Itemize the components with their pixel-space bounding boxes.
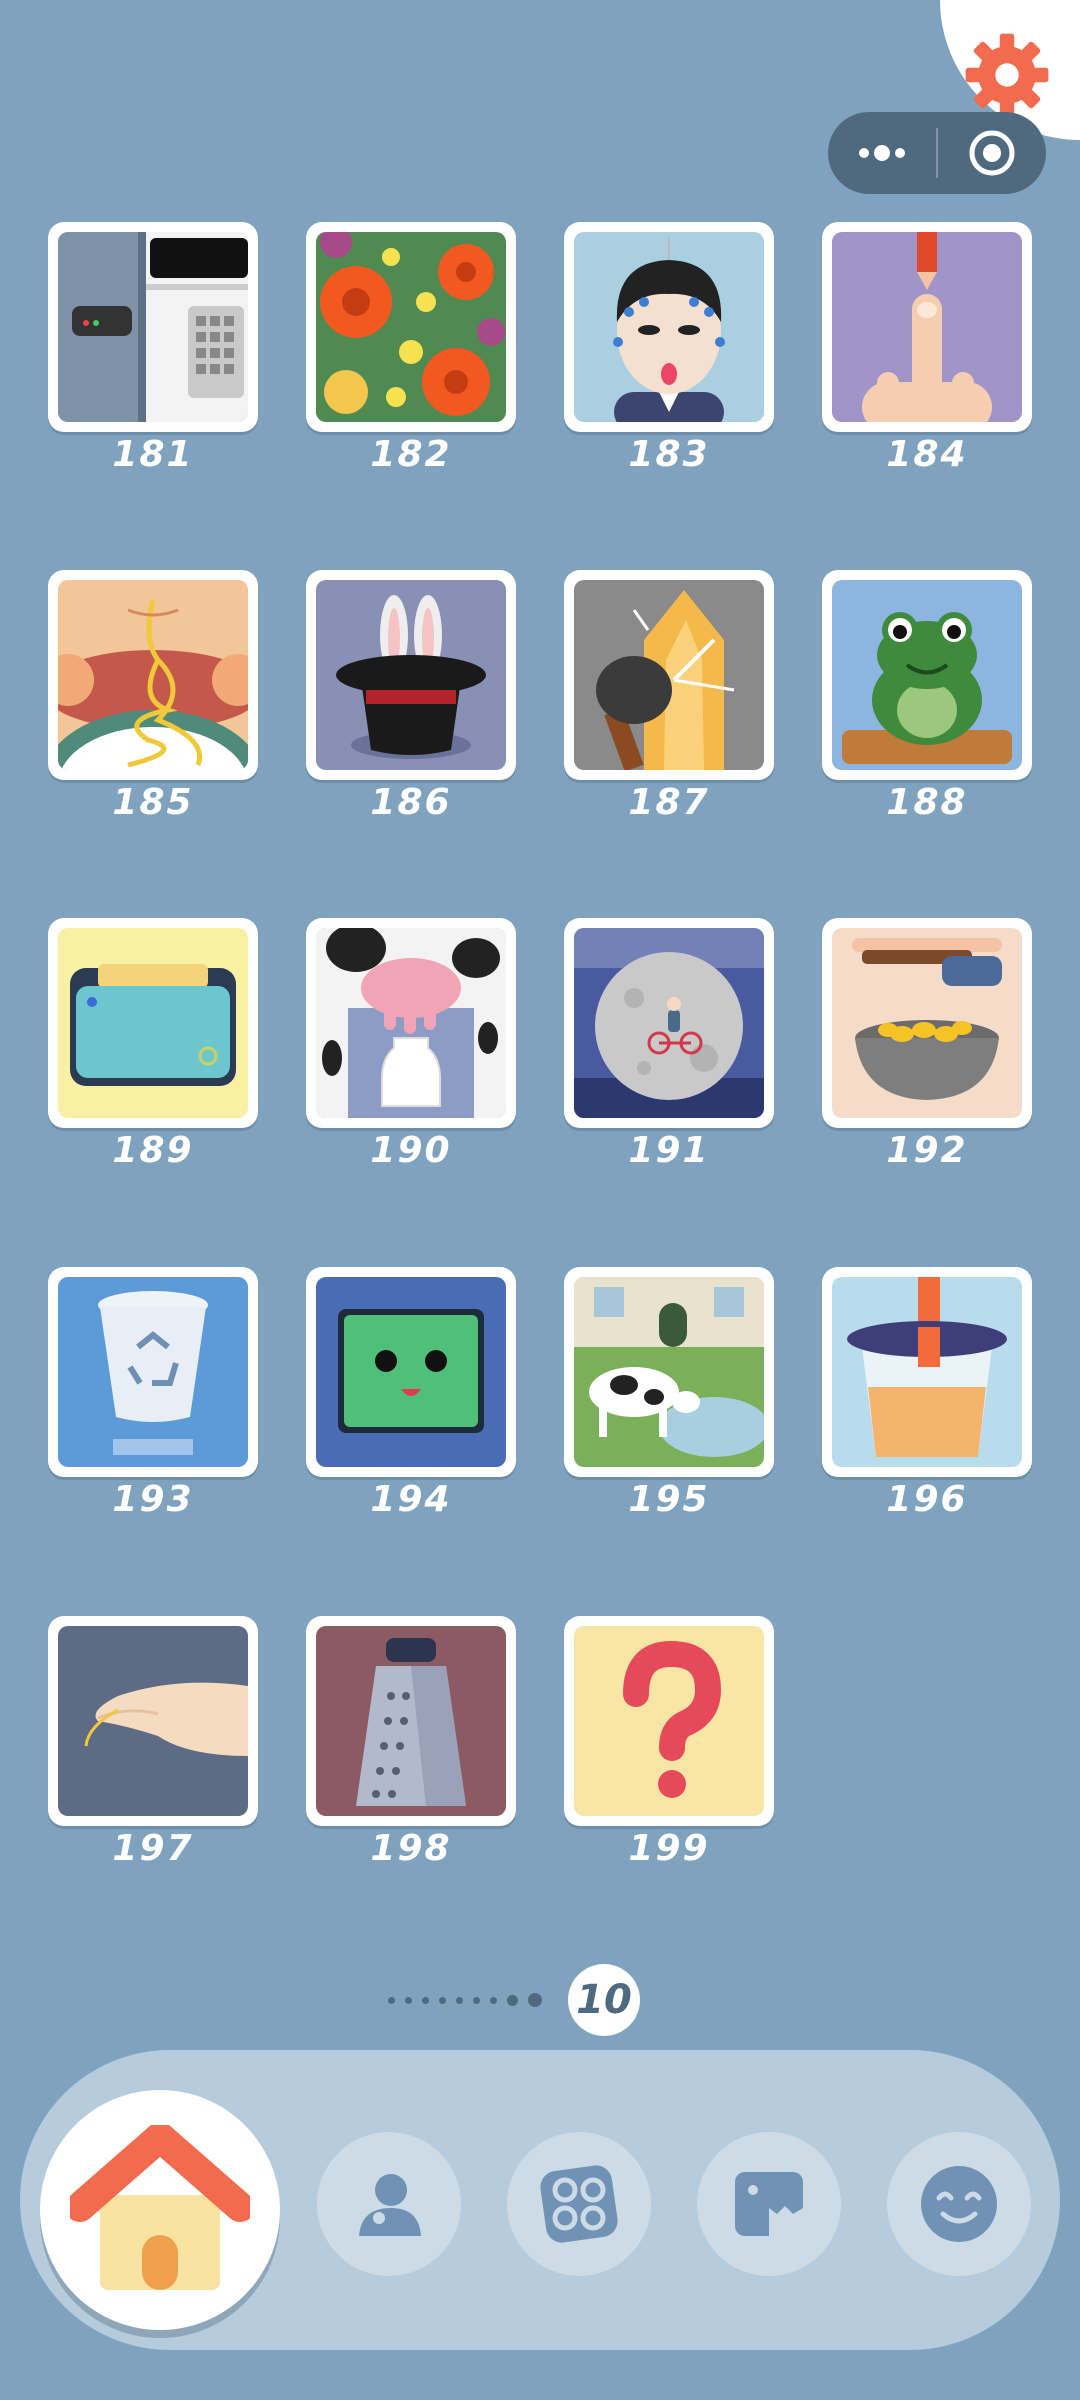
page-dot[interactable] bbox=[388, 1996, 395, 2004]
question-mark-icon bbox=[574, 1626, 764, 1816]
coin-bowl-icon bbox=[832, 928, 1022, 1118]
level-number: 185 bbox=[112, 782, 194, 823]
level-thumbnail[interactable] bbox=[564, 1267, 774, 1477]
gear-icon[interactable] bbox=[962, 30, 1052, 120]
level-thumbnail[interactable] bbox=[564, 1616, 774, 1826]
finger-pen-icon bbox=[832, 232, 1022, 422]
magic-hat-rabbit-icon bbox=[316, 580, 506, 770]
noodle-mouth-icon bbox=[58, 580, 248, 770]
level-thumbnail[interactable] bbox=[306, 570, 516, 780]
level-number: 189 bbox=[112, 1130, 194, 1171]
level-number: 186 bbox=[370, 782, 452, 823]
cow-farm-icon bbox=[574, 1277, 764, 1467]
wallet-icon bbox=[58, 928, 248, 1118]
drink-cup-icon bbox=[832, 1277, 1022, 1467]
level-number: 191 bbox=[628, 1130, 710, 1171]
level-thumbnail[interactable] bbox=[306, 1616, 516, 1826]
photo-monster-icon bbox=[735, 2172, 803, 2236]
level-thumbnail[interactable] bbox=[48, 918, 258, 1128]
level-thumbnail[interactable] bbox=[564, 918, 774, 1128]
level-number: 194 bbox=[370, 1479, 452, 1520]
current-page-number: 10 bbox=[568, 1964, 640, 2036]
page-dot[interactable] bbox=[528, 1993, 542, 2007]
level-number: 193 bbox=[112, 1479, 194, 1520]
level-number: 188 bbox=[886, 782, 968, 823]
level-thumbnail[interactable] bbox=[48, 570, 258, 780]
level-thumbnail[interactable] bbox=[564, 222, 774, 432]
level-thumbnail[interactable] bbox=[822, 222, 1032, 432]
level-thumbnail[interactable] bbox=[306, 222, 516, 432]
level-number: 183 bbox=[628, 434, 710, 475]
mini-program-capsule bbox=[828, 112, 1046, 194]
page-dot[interactable] bbox=[456, 1996, 463, 2004]
nav-emoji-button[interactable] bbox=[887, 2132, 1031, 2276]
page-dot[interactable] bbox=[507, 1994, 518, 2006]
level-number: 192 bbox=[886, 1130, 968, 1171]
page-dot[interactable] bbox=[490, 1996, 497, 2004]
level-thumbnail[interactable] bbox=[48, 1616, 258, 1826]
page-indicator: 10 bbox=[388, 1964, 640, 2036]
page-dot[interactable] bbox=[473, 1996, 480, 2004]
grater-icon bbox=[316, 1626, 506, 1816]
green-face-box-icon bbox=[316, 1277, 506, 1467]
hand-thread-icon bbox=[58, 1626, 248, 1816]
grid-circles-icon bbox=[540, 2165, 618, 2243]
level-thumbnail[interactable] bbox=[48, 1267, 258, 1477]
home-icon bbox=[70, 2125, 250, 2290]
level-thumbnail[interactable] bbox=[822, 918, 1032, 1128]
level-number: 184 bbox=[886, 434, 968, 475]
hammer-ice-icon bbox=[574, 580, 764, 770]
frog-icon bbox=[832, 580, 1022, 770]
level-thumbnail[interactable] bbox=[822, 1267, 1032, 1477]
nav-gallery-button[interactable] bbox=[697, 2132, 841, 2276]
nav-levels-button[interactable] bbox=[507, 2132, 651, 2276]
level-number: 198 bbox=[370, 1828, 452, 1869]
page-dot[interactable] bbox=[405, 1996, 412, 2004]
user-icon bbox=[359, 2174, 421, 2236]
moon-bicycle-icon bbox=[574, 928, 764, 1118]
more-dots-icon[interactable] bbox=[828, 112, 936, 194]
level-number: 196 bbox=[886, 1479, 968, 1520]
level-number: 195 bbox=[628, 1479, 710, 1520]
level-thumbnail[interactable] bbox=[48, 222, 258, 432]
level-thumbnail[interactable] bbox=[564, 570, 774, 780]
nav-profile-button[interactable] bbox=[317, 2132, 461, 2276]
bottom-nav bbox=[20, 2050, 1060, 2350]
page-dot[interactable] bbox=[422, 1996, 429, 2004]
flowers-icon bbox=[316, 232, 506, 422]
page-dot[interactable] bbox=[439, 1996, 446, 2004]
smile-icon bbox=[921, 2166, 997, 2242]
acupuncture-man-icon bbox=[574, 232, 764, 422]
cow-milk-icon bbox=[316, 928, 506, 1118]
target-close-icon[interactable] bbox=[938, 112, 1046, 194]
level-thumbnail[interactable] bbox=[306, 1267, 516, 1477]
level-number: 199 bbox=[628, 1828, 710, 1869]
level-number: 187 bbox=[628, 782, 710, 823]
level-number: 197 bbox=[112, 1828, 194, 1869]
level-number: 190 bbox=[370, 1130, 452, 1171]
level-thumbnail[interactable] bbox=[306, 918, 516, 1128]
level-number: 182 bbox=[370, 434, 452, 475]
level-number: 181 bbox=[112, 434, 194, 475]
recycle-bin-icon bbox=[58, 1277, 248, 1467]
level-thumbnail[interactable] bbox=[822, 570, 1032, 780]
fridge-icon bbox=[58, 232, 248, 422]
nav-home-button[interactable] bbox=[40, 2090, 280, 2330]
